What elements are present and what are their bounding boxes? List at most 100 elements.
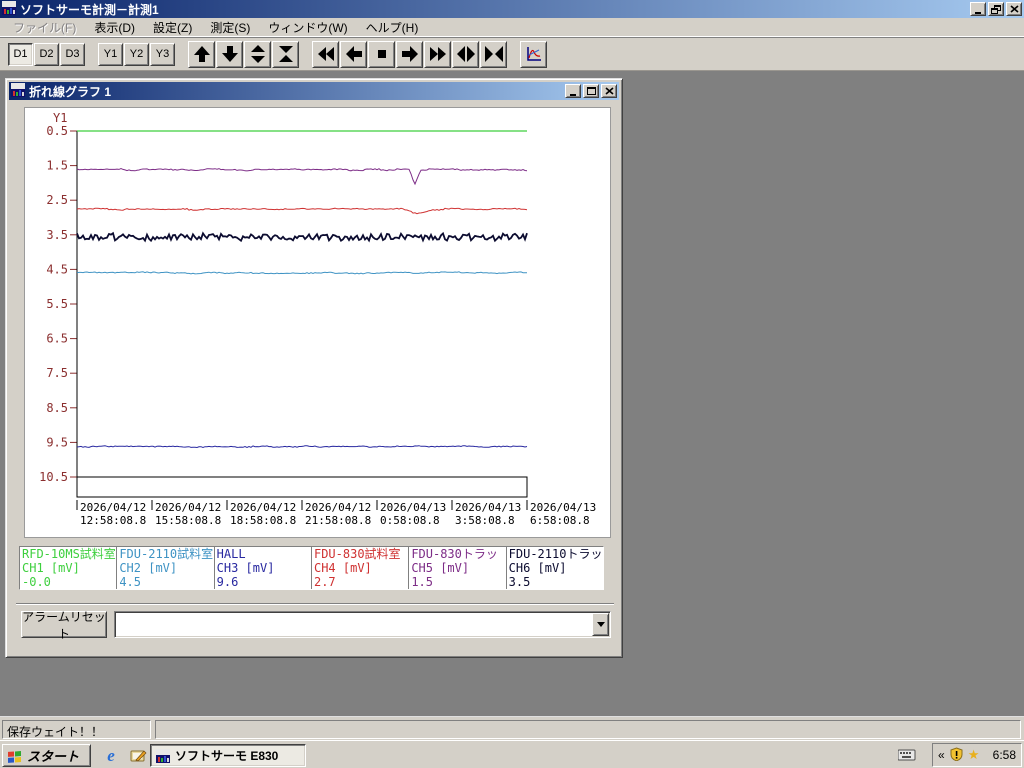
internet-explorer-icon[interactable]: e bbox=[102, 746, 120, 765]
double-left-icon bbox=[317, 47, 334, 61]
step-right-button[interactable] bbox=[396, 40, 423, 68]
line-chart: Y10.5 1.5 2.5 3.5 4.5 5.5 6.5 7.5 8.5 9.5 10.5 2026… bbox=[39, 111, 596, 527]
svg-text:3.5: 3.5 bbox=[46, 228, 68, 242]
chevron-down-icon bbox=[596, 622, 605, 627]
left-arrow-icon bbox=[345, 46, 362, 62]
expand-horizontal-button[interactable] bbox=[452, 40, 479, 68]
scroll-up-button[interactable] bbox=[188, 40, 215, 68]
restore-button[interactable] bbox=[988, 2, 1004, 16]
star-tray-icon[interactable]: ★ bbox=[968, 747, 980, 763]
toolbar-group-d: D1 D2 D3 bbox=[8, 42, 86, 66]
svg-text:9.5: 9.5 bbox=[46, 435, 68, 449]
show-desktop-icon[interactable] bbox=[129, 747, 147, 765]
toolbar-button-y1[interactable]: Y1 bbox=[98, 42, 123, 66]
compress-vertical-icon bbox=[278, 46, 293, 62]
restore-icon bbox=[991, 4, 1001, 14]
legend-cell-ch6: FDU-2110トラッ CH6 [mV] 3.5 bbox=[508, 547, 603, 589]
graph-window-icon bbox=[11, 82, 25, 100]
toolbar-button-d2[interactable]: D2 bbox=[34, 42, 59, 66]
taskbar: スタート e e ソフトサーモ E830 « ★ 6:58 bbox=[0, 740, 1024, 768]
graph-window-title: 折れ線グラフ 1 bbox=[29, 84, 112, 99]
double-right-icon bbox=[429, 47, 446, 61]
status-message-panel: 保存ウェイト！！ bbox=[2, 720, 151, 739]
svg-text:6:58:08.8: 6:58:08.8 bbox=[530, 514, 590, 527]
task-app-icon bbox=[156, 748, 170, 763]
step-left-button[interactable] bbox=[340, 40, 367, 68]
svg-text:2026/04/13: 2026/04/13 bbox=[530, 501, 596, 514]
combo-field[interactable] bbox=[114, 611, 611, 638]
stop-button[interactable] bbox=[368, 40, 395, 68]
minimize-button[interactable] bbox=[970, 2, 986, 16]
svg-text:2026/04/12: 2026/04/12 bbox=[230, 501, 296, 514]
menu-item-1[interactable]: 表示(D) bbox=[85, 17, 144, 38]
close-button[interactable] bbox=[1006, 2, 1022, 16]
graph-close-button[interactable] bbox=[601, 84, 617, 98]
toolbar: D1 D2 D3 Y1 Y2 Y3 bbox=[0, 38, 1024, 71]
svg-text:18:58:08.8: 18:58:08.8 bbox=[230, 514, 296, 527]
svg-text:1.5: 1.5 bbox=[46, 159, 68, 173]
desktop-screen: ソフトサーモ計測－計測1 ファイル(F) 表示(D) 設定(Z) 測定(S) ウィンドウ… bbox=[0, 0, 1024, 768]
svg-text:21:58:08.8: 21:58:08.8 bbox=[305, 514, 371, 527]
separator bbox=[16, 603, 614, 605]
svg-text:6.5: 6.5 bbox=[46, 332, 68, 346]
tray-chevron[interactable]: « bbox=[938, 748, 945, 762]
toolbar-group-scroll bbox=[188, 40, 300, 68]
minimize-icon bbox=[975, 11, 981, 14]
menu-item-5[interactable]: ヘルプ(H) bbox=[357, 17, 428, 38]
svg-text:2026/04/12: 2026/04/12 bbox=[305, 501, 371, 514]
svg-text:0:58:08.8: 0:58:08.8 bbox=[380, 514, 440, 527]
svg-text:2.5: 2.5 bbox=[46, 193, 68, 207]
svg-text:7.5: 7.5 bbox=[46, 366, 68, 380]
toolbar-button-d1[interactable]: D1 bbox=[8, 42, 33, 66]
tray-clock: 6:58 bbox=[992, 748, 1016, 762]
compress-vertical-button[interactable] bbox=[272, 40, 299, 68]
alarm-combo-box[interactable] bbox=[114, 611, 611, 638]
expand-vertical-button[interactable] bbox=[244, 40, 271, 68]
svg-text:2026/04/13: 2026/04/13 bbox=[455, 501, 521, 514]
graph-maximize-button[interactable] bbox=[583, 84, 599, 98]
app-icon bbox=[2, 0, 16, 18]
graph-icon bbox=[526, 47, 541, 61]
menu-item-4[interactable]: ウィンドウ(W) bbox=[259, 17, 356, 38]
start-button[interactable]: スタート bbox=[2, 744, 91, 767]
stop-icon bbox=[377, 50, 386, 58]
legend-cell-ch5: FDU-830トラッ CH5 [mV] 1.5 bbox=[409, 547, 507, 589]
combo-dropdown-button[interactable] bbox=[592, 613, 609, 636]
legend-cell-ch1: RFD-10MS試料室 CH1 [mV] -0.0 bbox=[22, 547, 118, 589]
task-button-softthermo[interactable]: ソフトサーモ E830 bbox=[150, 744, 306, 767]
fast-rewind-button[interactable] bbox=[312, 40, 339, 68]
menu-bar: ファイル(F) 表示(D) 設定(Z) 測定(S) ウィンドウ(W) ヘルプ(H) bbox=[0, 18, 1024, 37]
graph-window: 折れ線グラフ 1 Y1 0.5 1.5 2.5 3.5 4.5 5.5 6.5 7.5 8.5 9.… bbox=[5, 78, 623, 658]
menu-item-3[interactable]: 測定(S) bbox=[201, 17, 259, 38]
menu-item-2[interactable]: 設定(Z) bbox=[144, 17, 201, 38]
toolbar-button-y3[interactable]: Y3 bbox=[150, 42, 175, 66]
compress-horizontal-button[interactable] bbox=[480, 40, 507, 68]
window-title: ソフトサーモ計測－計測1 bbox=[20, 2, 159, 17]
expand-vertical-icon bbox=[250, 45, 265, 63]
svg-text:8.5: 8.5 bbox=[46, 401, 68, 415]
close-icon bbox=[1009, 5, 1019, 13]
svg-text:2026/04/13: 2026/04/13 bbox=[380, 501, 446, 514]
down-arrow-icon bbox=[221, 46, 238, 62]
fast-forward-button[interactable] bbox=[424, 40, 451, 68]
task-button-label: ソフトサーモ E830 bbox=[175, 749, 279, 763]
toolbar-button-d3[interactable]: D3 bbox=[60, 42, 85, 66]
status-empty-panel bbox=[155, 720, 1021, 739]
system-tray: « ★ 6:58 bbox=[932, 743, 1022, 767]
legend-cell-ch4: FDU-830試料室 CH4 [mV] 2.7 bbox=[312, 547, 410, 589]
graph-settings-button[interactable] bbox=[520, 40, 547, 68]
graph-minimize-button[interactable] bbox=[565, 84, 581, 98]
toolbar-group-y: Y1 Y2 Y3 bbox=[98, 42, 176, 66]
compress-horizontal-icon bbox=[484, 46, 503, 62]
toolbar-button-y2[interactable]: Y2 bbox=[124, 42, 149, 66]
channel-legend-table: RFD-10MS試料室 CH1 [mV] -0.0 FDU-2110試料室 CH2 [m… bbox=[19, 546, 604, 590]
main-title-bar: ソフトサーモ計測－計測1 bbox=[0, 0, 1024, 18]
svg-text:3:58:08.8: 3:58:08.8 bbox=[455, 514, 515, 527]
svg-text:12:58:08.8: 12:58:08.8 bbox=[80, 514, 146, 527]
alarm-reset-button[interactable]: アラームリセット bbox=[21, 610, 107, 641]
svg-text:2026/04/12: 2026/04/12 bbox=[155, 501, 221, 514]
security-shield-icon[interactable] bbox=[950, 746, 963, 764]
toolbar-group-graph bbox=[520, 40, 548, 68]
scroll-down-button[interactable] bbox=[216, 40, 243, 68]
keyboard-language-icon[interactable] bbox=[897, 748, 916, 764]
